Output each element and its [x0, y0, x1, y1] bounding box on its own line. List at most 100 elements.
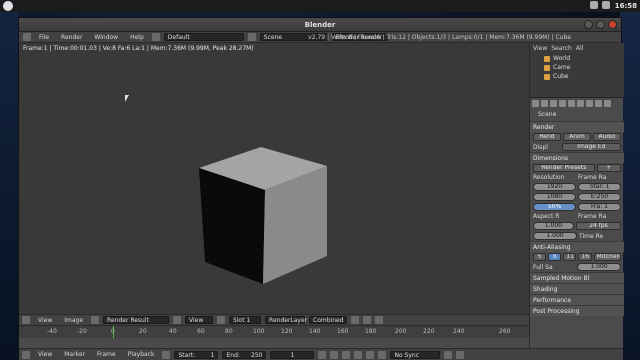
- filter-size-field[interactable]: 1.000: [577, 263, 621, 271]
- outliner-item-label: World: [553, 55, 571, 62]
- menu-window[interactable]: Window: [90, 34, 122, 41]
- minimize-button[interactable]: [584, 20, 593, 29]
- menu-help[interactable]: Help: [126, 34, 148, 41]
- constraints-tab-icon[interactable]: [577, 100, 584, 107]
- add-preset-button[interactable]: +: [596, 164, 621, 172]
- jump-end-icon[interactable]: [378, 350, 387, 359]
- end-frame-field[interactable]: E:250: [578, 193, 621, 201]
- menu-frame[interactable]: Frame: [93, 351, 120, 358]
- aspect-y-field[interactable]: 1.000: [533, 232, 577, 240]
- outliner-view-menu[interactable]: View: [533, 45, 547, 52]
- render-panel-header[interactable]: Render: [530, 121, 624, 132]
- editor-type-icon[interactable]: [22, 316, 30, 324]
- menu-playback[interactable]: Playback: [124, 351, 159, 358]
- preview-range-icon[interactable]: [162, 350, 171, 359]
- render-tab-icon[interactable]: [532, 100, 539, 107]
- current-frame-field[interactable]: 1: [270, 350, 315, 359]
- outliner-item-world[interactable]: World: [530, 54, 624, 63]
- play-icon[interactable]: [354, 350, 363, 359]
- dimensions-panel-header[interactable]: Dimensions: [530, 152, 624, 163]
- jump-start-icon[interactable]: [318, 350, 327, 359]
- sound-icon[interactable]: [602, 1, 610, 9]
- display-channels-icon[interactable]: [351, 316, 360, 324]
- world-icon: [544, 55, 550, 62]
- aa-samples-16[interactable]: 16: [578, 253, 592, 261]
- close-button[interactable]: [608, 20, 617, 29]
- resolution-x-field[interactable]: 1920: [533, 183, 576, 191]
- resolution-percent-slider[interactable]: 50%: [533, 203, 576, 211]
- menu-marker[interactable]: Marker: [60, 351, 89, 358]
- start-frame-field[interactable]: Star: 1: [578, 183, 621, 191]
- tick-label: 140: [309, 328, 321, 335]
- aa-samples-8[interactable]: 8: [548, 253, 562, 261]
- render-pass-selector[interactable]: Combined: [309, 316, 348, 324]
- properties-editor: Scene Render Rend Anim Audio Displ Image…: [530, 98, 624, 348]
- outliner-item-cube[interactable]: Cube: [530, 72, 624, 81]
- world-tab-icon[interactable]: [559, 100, 566, 107]
- menu-image[interactable]: Image: [60, 317, 87, 324]
- aspect-x-field[interactable]: 1.000: [533, 222, 574, 230]
- image-name-field[interactable]: Render Result: [103, 316, 170, 324]
- timeline-ruler[interactable]: -40 -20 0 20 40 60 80 100 120 140 160 18…: [19, 326, 529, 338]
- menu-file[interactable]: File: [35, 34, 53, 41]
- keying-set-icon[interactable]: [456, 350, 465, 359]
- full-sample-checkbox[interactable]: Full Sa: [533, 264, 575, 271]
- view-mode-selector[interactable]: View: [185, 316, 214, 324]
- pin-icon[interactable]: [173, 316, 182, 324]
- post-processing-panel-header[interactable]: Post Processing: [530, 305, 624, 316]
- object-tab-icon[interactable]: [568, 100, 575, 107]
- start-frame-field[interactable]: Start: 1: [174, 350, 219, 359]
- outliner-filter-select[interactable]: All: [576, 45, 583, 52]
- record-icon[interactable]: [444, 350, 453, 359]
- editor-type-icon[interactable]: [22, 350, 30, 359]
- audio-button[interactable]: Audio: [593, 133, 621, 141]
- blender-window: Blender File Render Window Help Default …: [18, 17, 624, 360]
- modifiers-tab-icon[interactable]: [586, 100, 593, 107]
- slot-selector[interactable]: Slot 1: [229, 316, 262, 324]
- timeline-playhead[interactable]: [113, 326, 114, 338]
- next-keyframe-icon[interactable]: [366, 350, 375, 359]
- frame-step-field[interactable]: Fra: 1: [578, 203, 621, 211]
- play-reverse-icon[interactable]: [342, 350, 351, 359]
- resolution-y-field[interactable]: 1080: [533, 193, 576, 201]
- prev-keyframe-icon[interactable]: [330, 350, 339, 359]
- end-frame-field[interactable]: End: 250: [222, 350, 267, 359]
- menu-render[interactable]: Render: [57, 34, 86, 41]
- pivot-icon[interactable]: [217, 316, 226, 324]
- display-selector[interactable]: Image Ed: [561, 143, 621, 151]
- animation-button[interactable]: Anim: [563, 133, 591, 141]
- os-logo-icon[interactable]: [3, 1, 13, 11]
- menu-view[interactable]: View: [34, 317, 56, 324]
- tick-label: 60: [197, 328, 205, 335]
- anti-aliasing-panel-header[interactable]: Anti-Aliasing: [530, 241, 624, 252]
- alpha-icon[interactable]: [375, 316, 384, 324]
- outliner-search-menu[interactable]: Search: [551, 45, 572, 52]
- system-clock[interactable]: 16:58: [615, 2, 637, 10]
- motion-blur-panel-header[interactable]: Sampled Motion Bl: [530, 272, 624, 283]
- shading-panel-header[interactable]: Shading: [530, 283, 624, 294]
- window-titlebar[interactable]: Blender: [19, 18, 621, 32]
- performance-panel-header[interactable]: Performance: [530, 294, 624, 305]
- render-button[interactable]: Rend: [533, 133, 561, 141]
- aa-samples-5[interactable]: 5: [533, 253, 547, 261]
- outliner-item-camera[interactable]: Came: [530, 63, 624, 72]
- sync-mode-selector[interactable]: No Sync: [390, 350, 441, 359]
- render-presets-selector[interactable]: Render Presets: [533, 164, 595, 172]
- data-tab-icon[interactable]: [595, 100, 602, 107]
- maximize-button[interactable]: [596, 20, 605, 29]
- aa-samples-11[interactable]: 11: [563, 253, 577, 261]
- menu-view[interactable]: View: [34, 351, 56, 358]
- fps-selector[interactable]: 24 fps: [576, 222, 621, 230]
- 3d-viewport[interactable]: Frame:1 | Time:00:01.03 | Ve:8 Fa:6 La:1…: [19, 43, 529, 314]
- layout-selector[interactable]: Default: [163, 33, 244, 41]
- render-layer-selector[interactable]: RenderLayer: [265, 316, 307, 324]
- image-browse-icon[interactable]: [91, 316, 100, 324]
- cube-render: [199, 147, 327, 284]
- color-icon[interactable]: [363, 316, 372, 324]
- editor-type-icon[interactable]: [23, 33, 31, 41]
- layers-tab-icon[interactable]: [541, 100, 548, 107]
- network-icon[interactable]: [590, 1, 598, 9]
- scene-tab-icon[interactable]: [550, 100, 557, 107]
- aa-filter-selector[interactable]: Mitchell-: [593, 253, 621, 261]
- material-tab-icon[interactable]: [604, 100, 611, 107]
